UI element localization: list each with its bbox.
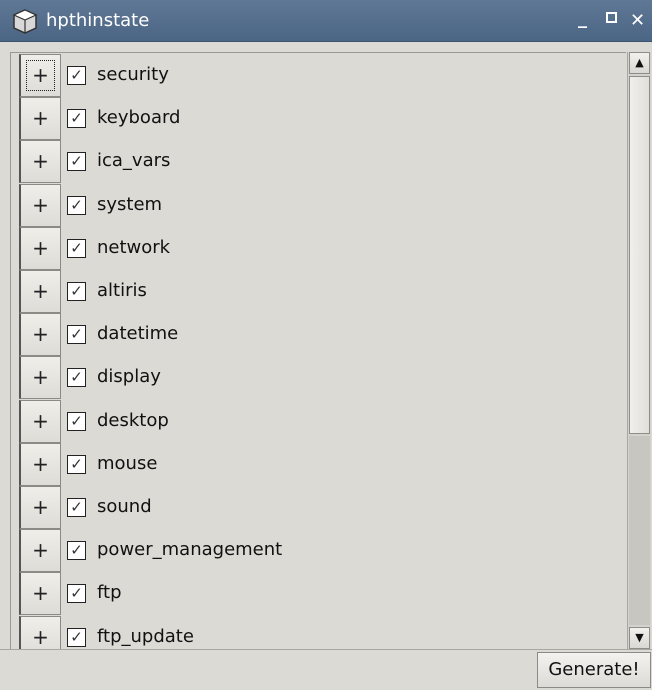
tree-item-label[interactable]: altiris	[97, 280, 147, 301]
tree-row[interactable]: + ✓ network	[19, 226, 619, 270]
expand-button[interactable]: +	[19, 226, 61, 270]
tree-row[interactable]: + ✓ desktop	[19, 399, 619, 443]
window-title: hpthinstate	[46, 10, 150, 31]
tree-item-label[interactable]: ftp	[97, 582, 122, 603]
tree-item-label[interactable]: desktop	[97, 410, 169, 431]
expand-button[interactable]: +	[19, 529, 61, 573]
tree-item-label[interactable]: mouse	[97, 453, 157, 474]
tree-row[interactable]: + ✓ ftp_update	[19, 615, 619, 649]
checkbox[interactable]: ✓	[67, 627, 86, 647]
tree-row[interactable]: + ✓ altiris	[19, 270, 619, 313]
expand-button[interactable]: +	[19, 442, 61, 486]
tree-item-label[interactable]: network	[97, 237, 170, 258]
tree-item-label[interactable]: datetime	[97, 323, 178, 344]
checkbox[interactable]: ✓	[67, 454, 86, 474]
checkbox[interactable]: ✓	[67, 325, 86, 345]
tree-item-label[interactable]: security	[97, 64, 169, 85]
generate-button[interactable]: Generate!	[537, 652, 651, 688]
checkbox[interactable]: ✓	[67, 66, 86, 85]
tree-item-label[interactable]: display	[97, 366, 161, 387]
checkbox[interactable]: ✓	[67, 238, 86, 258]
scroll-down-button[interactable]: ▼	[629, 627, 650, 649]
tree-row[interactable]: + ✓ display	[19, 356, 619, 400]
maximize-button[interactable]	[606, 12, 617, 23]
checkbox[interactable]: ✓	[67, 195, 86, 215]
cube-app-icon	[12, 9, 38, 34]
tree-row[interactable]: + ✓ keyboard	[19, 97, 619, 141]
bottom-bar: Generate!	[0, 649, 652, 690]
tree-item-label[interactable]: ftp_update	[97, 626, 194, 647]
minimize-button[interactable]: _	[578, 8, 587, 29]
tree-item-label[interactable]: system	[97, 194, 162, 215]
tree-row[interactable]: + ✓ security	[19, 54, 619, 97]
expand-button[interactable]: +	[19, 270, 61, 313]
checkbox[interactable]: ✓	[67, 368, 86, 388]
title-bar[interactable]: hpthinstate _ ✕	[0, 0, 652, 42]
checkbox[interactable]: ✓	[67, 109, 86, 129]
vertical-scrollbar[interactable]: ▲ ▼	[627, 52, 651, 649]
expand-button[interactable]: +	[19, 572, 61, 616]
tree-item-label[interactable]: ica_vars	[97, 150, 170, 171]
tree-item-label[interactable]: power_management	[97, 539, 282, 560]
checkbox[interactable]: ✓	[67, 498, 86, 517]
tree-row[interactable]: + ✓ sound	[19, 486, 619, 529]
expand-button[interactable]: +	[19, 356, 61, 400]
checkbox[interactable]: ✓	[67, 584, 86, 604]
expand-button[interactable]: +	[19, 399, 61, 443]
expand-button[interactable]: +	[19, 615, 61, 649]
expand-button[interactable]: +	[19, 183, 61, 227]
tree-row[interactable]: + ✓ datetime	[19, 313, 619, 357]
tree-row[interactable]: + ✓ mouse	[19, 442, 619, 486]
tree-item-label[interactable]: sound	[97, 496, 152, 517]
checkbox[interactable]: ✓	[67, 411, 86, 431]
expand-button[interactable]: +	[19, 97, 61, 141]
expand-button[interactable]: +	[19, 313, 61, 357]
close-button[interactable]: ✕	[630, 10, 645, 31]
scroll-track[interactable]	[629, 436, 650, 625]
tree-item-label[interactable]: keyboard	[97, 107, 181, 128]
settings-tree-list: + ✓ security + ✓ keyboard + ✓ ica_vars + ✓ system + ✓…	[10, 52, 626, 649]
expand-button[interactable]: +	[19, 54, 61, 97]
scroll-thumb[interactable]	[629, 76, 650, 434]
expand-button[interactable]: +	[19, 140, 61, 184]
expand-button[interactable]: +	[19, 486, 61, 529]
tree-row[interactable]: + ✓ ftp	[19, 572, 619, 616]
checkbox[interactable]: ✓	[67, 541, 86, 561]
checkbox[interactable]: ✓	[67, 282, 86, 301]
tree-row[interactable]: + ✓ ica_vars	[19, 140, 619, 184]
checkbox[interactable]: ✓	[67, 152, 86, 172]
tree-row[interactable]: + ✓ system	[19, 183, 619, 227]
scroll-up-button[interactable]: ▲	[629, 52, 650, 74]
tree-row[interactable]: + ✓ power_management	[19, 529, 619, 573]
